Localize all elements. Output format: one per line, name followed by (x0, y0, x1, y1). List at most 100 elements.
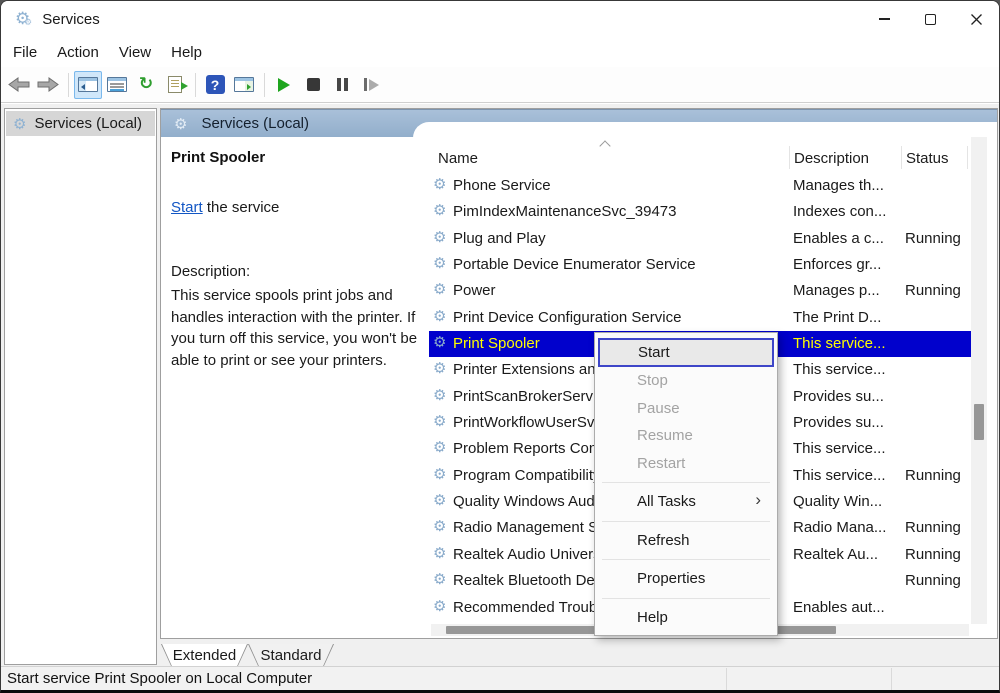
service-description-cell: Radio Mana... (793, 515, 886, 541)
toolbar-separator (68, 73, 69, 97)
service-description-cell: Enforces gr... (793, 252, 881, 278)
selected-service-name: Print Spooler (171, 149, 265, 166)
table-row[interactable]: ⚙ Portable Device Enumerator Service Enf… (429, 252, 971, 278)
service-description-cell: This service... (793, 331, 886, 357)
tab-standard[interactable]: Standard (248, 644, 334, 668)
table-row[interactable]: ⚙ Power Manages p... Running (429, 278, 971, 304)
toolbar-pause-service-button[interactable] (328, 71, 356, 99)
back-arrow-icon (8, 77, 30, 92)
context-menu: Start Stop Pause Resume Restart All Tasks› Ref… (594, 332, 778, 636)
table-row[interactable]: ⚙ Phone Service Manages th... (429, 173, 971, 199)
column-header-name[interactable]: Name (438, 150, 478, 167)
menu-bar: File Action View Help (1, 37, 999, 67)
service-gear-icon: ⚙ (433, 599, 446, 614)
menu-separator (602, 598, 770, 599)
menu-item-label: Pause (637, 400, 680, 417)
table-row[interactable]: ⚙ Plug and Play Enables a c... Running (429, 226, 971, 252)
menu-item-refresh[interactable]: Refresh (595, 527, 777, 555)
menu-item-label: Restart (637, 455, 685, 472)
toolbar-separator (195, 73, 196, 97)
toolbar-help-button[interactable]: ? (201, 71, 229, 99)
menu-item-label: Stop (637, 372, 668, 389)
table-row[interactable]: ⚙ PimIndexMaintenanceSvc_39473 Indexes c… (429, 199, 971, 225)
toolbar-show-console-tree-button[interactable] (74, 71, 102, 99)
menu-item-label: All Tasks (637, 493, 696, 510)
toolbar-refresh-button[interactable]: ↻ (132, 71, 160, 99)
service-description-cell: Indexes con... (793, 199, 886, 225)
service-name-cell: Print Spooler (453, 331, 540, 357)
tab-extended[interactable]: Extended (161, 644, 248, 668)
menu-item-label: Help (637, 609, 668, 626)
service-name-cell: Power (453, 278, 496, 304)
status-bar: Start service Print Spooler on Local Com… (1, 666, 999, 691)
menu-item-start[interactable]: Start (598, 338, 774, 367)
toolbar-forward-button[interactable] (34, 71, 62, 99)
menu-item-resume: Resume (595, 422, 777, 450)
menu-file[interactable]: File (13, 42, 47, 63)
column-divider (901, 146, 902, 169)
minimize-button[interactable] (861, 1, 907, 37)
service-description-cell: Quality Win... (793, 489, 882, 515)
menu-item-properties[interactable]: Properties (595, 565, 777, 593)
toolbar-back-button[interactable] (5, 71, 33, 99)
menu-item-help[interactable]: Help (595, 604, 777, 632)
service-gear-icon: ⚙ (433, 177, 446, 192)
minimize-icon (879, 18, 890, 20)
service-gear-icon: ⚙ (433, 282, 446, 297)
forward-arrow-icon (37, 77, 59, 92)
service-description-cell: This service... (793, 436, 886, 462)
service-status-cell: Running (905, 463, 961, 489)
pause-service-icon (337, 78, 348, 91)
workspace: ⚙ Services (Local) ⚙ Services (Local) Pr… (1, 104, 999, 666)
toolbar-resume-service-button[interactable] (357, 71, 385, 99)
menu-separator (602, 559, 770, 560)
service-action-line: Start the service (171, 199, 279, 216)
title-bar[interactable]: ⚙⚙ Services (1, 1, 999, 37)
description-text: This service spools print jobs and handl… (171, 285, 427, 371)
service-description-cell: Enables a c... (793, 226, 884, 252)
close-button[interactable] (953, 1, 999, 37)
service-name-cell: Portable Device Enumerator Service (453, 252, 696, 278)
service-gear-icon: ⚙ (433, 256, 446, 271)
content-panel: ⚙ Services (Local) Print Spooler Start t… (160, 108, 998, 639)
toolbar-start-service-button[interactable] (270, 71, 298, 99)
table-row[interactable]: ⚙ Print Device Configuration Service The… (429, 305, 971, 331)
service-description-cell: This service... (793, 357, 886, 383)
vertical-scrollbar-thumb[interactable] (974, 404, 984, 440)
toolbar-separator (264, 73, 265, 97)
tab-standard-label: Standard (249, 644, 333, 667)
stop-service-icon (307, 78, 320, 91)
service-gear-icon: ⚙ (433, 335, 446, 350)
vertical-scrollbar[interactable] (971, 137, 987, 624)
toolbar-properties-button[interactable] (103, 71, 131, 99)
column-header-description[interactable]: Description (794, 150, 869, 167)
console-tree-icon (78, 77, 98, 92)
menu-action[interactable]: Action (57, 42, 109, 63)
service-name-cell: Plug and Play (453, 226, 546, 252)
maximize-button[interactable] (907, 1, 953, 37)
service-description-cell: Realtek Au... (793, 542, 878, 568)
sort-ascending-icon[interactable] (599, 140, 610, 151)
list-rounded-corner (413, 122, 997, 140)
toolbar-export-list-button[interactable] (161, 71, 189, 99)
service-gear-icon: ⚙ (433, 572, 446, 587)
app-gear-icon: ⚙⚙ (15, 11, 30, 28)
toolbar-show-action-pane-button[interactable] (230, 71, 258, 99)
start-service-link[interactable]: Start (171, 199, 203, 216)
menu-view[interactable]: View (119, 42, 161, 63)
service-status-cell: Running (905, 226, 961, 252)
toolbar-stop-service-button[interactable] (299, 71, 327, 99)
menu-item-label: Start (638, 344, 670, 361)
start-service-icon (278, 78, 290, 92)
sidebar-item-services-local[interactable]: ⚙ Services (Local) (6, 111, 155, 136)
menu-item-all-tasks[interactable]: All Tasks› (595, 488, 777, 516)
service-status-cell: Running (905, 542, 961, 568)
menu-help[interactable]: Help (171, 42, 212, 63)
status-text: Start service Print Spooler on Local Com… (7, 670, 312, 687)
column-header-status[interactable]: Status (906, 150, 949, 167)
column-divider (967, 146, 968, 169)
service-gear-icon: ⚙ (433, 230, 446, 245)
service-description-cell: Enables aut... (793, 595, 885, 621)
window-title: Services (42, 11, 100, 28)
export-list-icon (168, 76, 182, 93)
